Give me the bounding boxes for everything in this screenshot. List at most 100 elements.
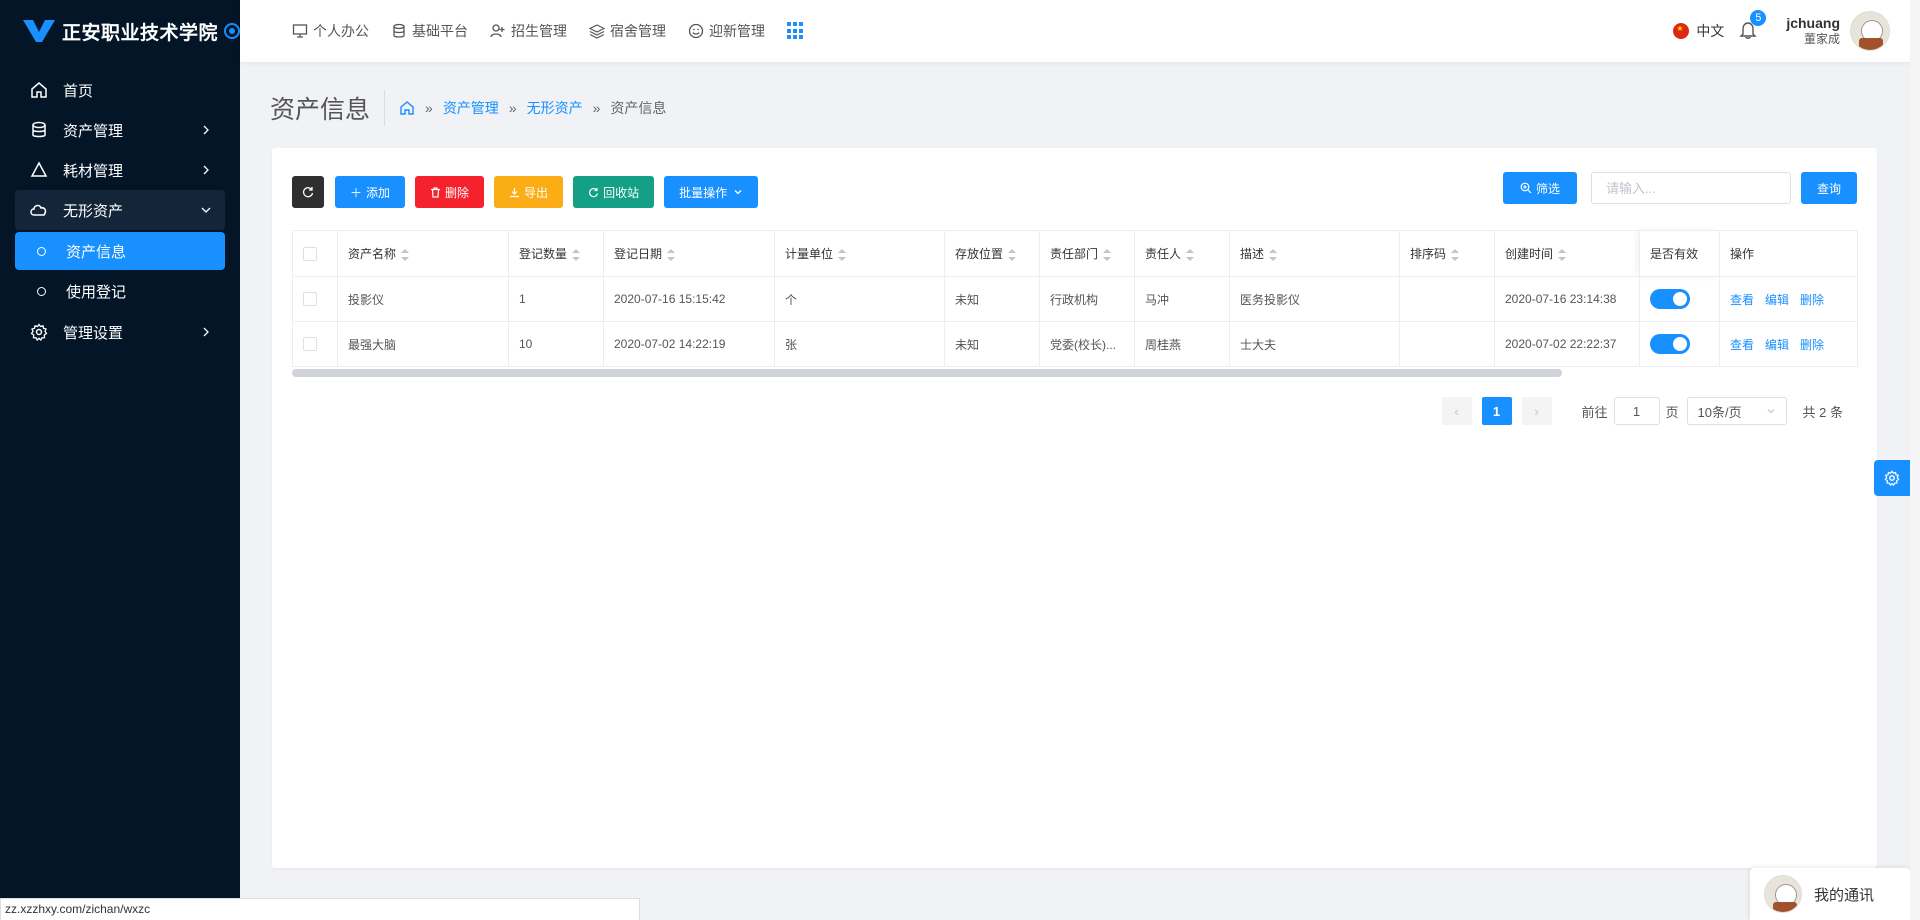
sidebar-subitem-label: 资产信息	[66, 243, 127, 261]
edit-link[interactable]: 编辑	[1765, 338, 1789, 352]
cell-quantity: 10	[508, 321, 604, 367]
sort-icon[interactable]	[1558, 248, 1567, 261]
topbar: 个人办公 基础平台 招生管理 宿舍管理 迎新管理 中文 5	[240, 0, 1920, 62]
delete-link[interactable]: 删除	[1800, 338, 1824, 352]
batch-operations-dropdown[interactable]: 批量操作	[664, 176, 759, 208]
page-size-select[interactable]: 10条/页	[1686, 397, 1787, 425]
column-header-actions: 操作	[1719, 230, 1858, 277]
sort-icon[interactable]	[1103, 248, 1112, 261]
sort-icon[interactable]	[1269, 248, 1278, 261]
chevron-right-icon	[203, 125, 209, 135]
user-info[interactable]: jchuang 董家成	[1786, 15, 1840, 47]
user-realname: 董家成	[1803, 32, 1840, 46]
avatar[interactable]	[1850, 11, 1890, 51]
home-icon[interactable]	[399, 100, 415, 116]
sidebar: 正安职业技术学院 首页 资产管理 耗材管理 无形资产 资产信息 使用登记 管理设…	[0, 0, 240, 920]
topnav-item-admissions[interactable]: 招生管理	[490, 21, 567, 41]
sidebar-item-label: 无形资产	[63, 202, 124, 220]
breadcrumb-separator: »	[592, 100, 601, 116]
chevron-down-icon	[1767, 409, 1774, 414]
goto-page-input[interactable]	[1613, 397, 1660, 425]
sidebar-item-asset-management[interactable]: 资产管理	[15, 110, 225, 150]
logo[interactable]: 正安职业技术学院	[0, 0, 240, 62]
app-name: 正安职业技术学院	[62, 22, 219, 44]
column-header-created[interactable]: 创建时间	[1494, 230, 1640, 277]
sort-icon[interactable]	[1186, 248, 1195, 261]
valid-toggle[interactable]	[1650, 289, 1690, 309]
column-header-description[interactable]: 描述	[1229, 230, 1400, 277]
topnav-item-base-platform[interactable]: 基础平台	[391, 21, 468, 41]
column-header-location[interactable]: 存放位置	[944, 230, 1040, 277]
sort-icon[interactable]	[572, 248, 581, 261]
page-header: 资产信息 » 资产管理 » 无形资产 » 资产信息	[270, 88, 666, 128]
pagination: ‹ 1 › 前往 页 10条/页 共 2 条	[1441, 397, 1843, 425]
cell-person: 马冲	[1134, 276, 1230, 322]
search-input[interactable]	[1590, 172, 1791, 204]
chevron-down-icon	[201, 207, 211, 213]
column-header-department[interactable]: 责任部门	[1039, 230, 1135, 277]
export-button[interactable]: 导出	[494, 176, 564, 208]
breadcrumb-intangible-assets[interactable]: 无形资产	[527, 98, 583, 118]
settings-float-button[interactable]	[1874, 460, 1910, 496]
sidebar-item-intangible-assets[interactable]: 无形资产	[15, 190, 225, 230]
view-link[interactable]: 查看	[1730, 293, 1754, 307]
language-switcher[interactable]: 中文	[1673, 21, 1724, 41]
refresh-button[interactable]	[292, 176, 324, 208]
topnav-item-welcome[interactable]: 迎新管理	[688, 21, 765, 41]
sidebar-item-home[interactable]: 首页	[15, 70, 225, 110]
column-header-person[interactable]: 责任人	[1134, 230, 1230, 277]
column-header-quantity[interactable]: 登记数量	[508, 230, 604, 277]
sort-icon[interactable]	[667, 248, 676, 261]
browser-status-bar: zz.xzzhxy.com/zichan/wxzc	[0, 898, 640, 920]
edit-link[interactable]: 编辑	[1765, 293, 1789, 307]
prev-page-button[interactable]: ‹	[1441, 397, 1472, 425]
select-all-checkbox[interactable]	[303, 246, 317, 261]
sort-icon[interactable]	[1008, 248, 1017, 261]
next-page-button[interactable]: ›	[1521, 397, 1552, 425]
valid-toggle[interactable]	[1650, 334, 1690, 354]
column-header-date[interactable]: 登记日期	[603, 230, 775, 277]
target-icon[interactable]	[224, 23, 240, 39]
vertical-scrollbar[interactable]	[1910, 0, 1920, 920]
sort-icon[interactable]	[838, 248, 847, 261]
export-button-label: 导出	[524, 185, 549, 200]
apps-grid-button[interactable]	[787, 22, 805, 40]
chevron-down-icon	[734, 190, 742, 195]
sidebar-item-settings[interactable]: 管理设置	[15, 312, 225, 352]
cell-department: 党委(校长)...	[1039, 321, 1135, 367]
topnav-item-dormitory[interactable]: 宿舍管理	[589, 21, 666, 41]
sort-icon[interactable]	[401, 248, 410, 261]
recycle-bin-button-label: 回收站	[603, 185, 640, 200]
cell-location: 未知	[944, 321, 1040, 367]
view-link[interactable]: 查看	[1730, 338, 1754, 352]
notification-bell[interactable]: 5	[1738, 9, 1767, 43]
toolbar: ＋ 添加 删除 导出 回收站 批量操作	[292, 176, 768, 208]
query-button[interactable]: 查询	[1800, 172, 1857, 204]
total-count: 共 2 条	[1802, 404, 1843, 420]
delete-link[interactable]: 删除	[1800, 293, 1824, 307]
page-number-current[interactable]: 1	[1481, 397, 1512, 425]
column-header-sort-code[interactable]: 排序码	[1399, 230, 1495, 277]
topnav-item-personal-office[interactable]: 个人办公	[292, 21, 369, 41]
topnav-label: 基础平台	[412, 23, 468, 39]
add-button[interactable]: ＋ 添加	[335, 176, 406, 208]
delete-button[interactable]: 删除	[415, 176, 485, 208]
sidebar-subitem-usage-register[interactable]: 使用登记	[15, 272, 225, 310]
column-header-name[interactable]: 资产名称	[337, 230, 509, 277]
sidebar-subitem-asset-info[interactable]: 资产信息	[15, 232, 225, 270]
filter-button[interactable]: 筛选	[1502, 172, 1577, 204]
my-messages-widget[interactable]: 我的通讯	[1750, 868, 1910, 920]
horizontal-scrollbar[interactable]	[292, 369, 1562, 377]
sidebar-item-label: 资产管理	[63, 122, 124, 140]
column-header-label: 资产名称	[348, 247, 397, 261]
china-flag-icon	[1673, 23, 1690, 39]
sidebar-item-consumables[interactable]: 耗材管理	[15, 150, 225, 190]
column-header-label: 是否有效	[1650, 247, 1699, 261]
sort-icon[interactable]	[1451, 248, 1460, 261]
row-checkbox[interactable]	[303, 337, 317, 352]
breadcrumb-asset-management[interactable]: 资产管理	[443, 98, 499, 118]
notification-badge: 5	[1750, 9, 1767, 26]
column-header-unit[interactable]: 计量单位	[774, 230, 945, 277]
row-checkbox[interactable]	[303, 292, 317, 307]
recycle-bin-button[interactable]: 回收站	[573, 176, 655, 208]
